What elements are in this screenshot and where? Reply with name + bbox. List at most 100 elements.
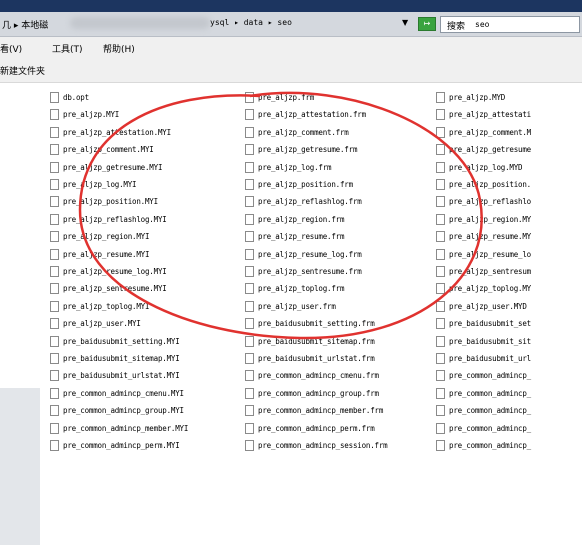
file-icon	[436, 387, 445, 399]
file-name: pre_aljzp_toplog.MY	[449, 284, 531, 294]
file-icon	[245, 387, 254, 399]
file-icon	[50, 370, 59, 382]
file-name: pre_baidusubmit_sitemap.MYI	[63, 354, 180, 363]
file-icon	[50, 300, 59, 312]
search-label: 搜索	[447, 22, 466, 32]
file-name: pre_aljzp.frm	[258, 93, 315, 102]
file-icon	[245, 231, 254, 243]
search-query[interactable]: seo	[475, 20, 489, 29]
file-name: pre_aljzp_reflashlog.MYI	[63, 214, 167, 224]
redacted-path-segment	[70, 17, 210, 29]
file-name: pre_aljzp.MYD	[449, 93, 506, 102]
menu-help[interactable]: 帮助(H)	[103, 42, 135, 55]
file-icon	[436, 126, 445, 138]
file-icon	[245, 144, 254, 156]
file-name: pre_aljzp_resume_log.frm	[258, 249, 362, 259]
file-icon	[245, 353, 254, 364]
file-name: pre_aljzp_resume_lo	[449, 249, 531, 259]
file-icon	[50, 283, 59, 295]
go-icon[interactable]: ↦	[418, 17, 436, 31]
file-name: pre_aljzp.MYI	[63, 110, 120, 120]
file-list[interactable]: db.opt pre_aljzp.MYI pre_aljzp_attestation…	[40, 83, 582, 462]
file-icon	[245, 335, 254, 347]
breadcrumb-left[interactable]: 几 ▸ 本地磁	[2, 18, 48, 31]
file-name: pre_aljzp_sentresum	[449, 267, 531, 276]
file-name: pre_aljzp_comment.MYI	[63, 145, 154, 155]
menu-tools[interactable]: 工具(T)	[52, 42, 83, 55]
file-name: pre_common_admincp_	[449, 371, 531, 381]
file-icon	[436, 213, 445, 225]
breadcrumb-path[interactable]: ysql ▸ data ▸ seo	[210, 18, 292, 27]
file-name: pre_aljzp_resume_log.MYI	[63, 267, 167, 276]
file-name: pre_aljzp_log.frm	[258, 162, 332, 172]
file-name: pre_aljzp_sentresume.MYI	[63, 284, 167, 294]
file-icon	[436, 161, 445, 173]
navigation-pane[interactable]	[0, 83, 40, 545]
file-name: pre_common_admincp_perm.MYI	[63, 441, 180, 450]
file-name: pre_common_admincp_	[449, 423, 531, 433]
file-name: pre_aljzp_getresume.MYI	[63, 162, 163, 172]
file-icon	[50, 353, 59, 364]
file-icon	[436, 440, 445, 451]
file-icon	[50, 248, 59, 260]
file-icon	[436, 231, 445, 243]
file-icon	[50, 196, 59, 208]
file-icon	[50, 387, 59, 399]
file-icon	[50, 126, 59, 138]
file-name: pre_aljzp_region.frm	[258, 214, 345, 224]
file-icon	[245, 213, 254, 225]
file-icon	[245, 422, 254, 434]
navigation-pane-lower	[0, 388, 40, 545]
file-icon	[245, 283, 254, 295]
file-icon	[245, 405, 254, 417]
file-name: pre_aljzp_reflashlo	[449, 197, 531, 207]
file-name: pre_aljzp_toplog.MYI	[63, 301, 150, 311]
file-icon	[245, 300, 254, 312]
toolbar: 新建文件夹	[0, 57, 582, 83]
file-name: pre_aljzp_sentresume.frm	[258, 267, 362, 276]
file-icon	[50, 144, 59, 156]
file-name: pre_aljzp_region.MY	[449, 214, 531, 224]
file-icon	[50, 266, 59, 277]
file-name: pre_aljzp_user.MYD	[449, 301, 527, 311]
file-name: pre_baidusubmit_set	[449, 319, 531, 329]
file-name: pre_aljzp_resume.MY	[449, 232, 531, 242]
file-name: pre_aljzp_position.frm	[258, 180, 353, 189]
file-icon	[436, 196, 445, 208]
file-icon	[50, 213, 59, 225]
file-icon	[50, 92, 59, 103]
file-icon	[245, 126, 254, 138]
file-name: pre_aljzp_attestation.MYI	[63, 127, 171, 137]
file-icon	[50, 422, 59, 434]
file-name: pre_aljzp_resume.frm	[258, 232, 345, 242]
file-name: pre_aljzp_getresume.frm	[258, 145, 358, 155]
file-icon	[50, 405, 59, 417]
search-input[interactable]: 搜索 seo	[440, 16, 580, 33]
file-icon	[245, 196, 254, 208]
file-name: pre_aljzp_region.MYI	[63, 232, 150, 242]
file-icon	[50, 231, 59, 243]
file-icon	[245, 179, 254, 190]
file-name: pre_baidusubmit_urlstat.frm	[258, 354, 375, 363]
file-icon	[245, 109, 254, 121]
file-name: pre_aljzp_comment.M	[449, 127, 531, 137]
file-name: pre_baidusubmit_setting.MYI	[63, 336, 180, 346]
file-name: pre_common_admincp_member.MYI	[63, 423, 189, 433]
file-name: pre_common_admincp_cmenu.MYI	[63, 388, 184, 398]
file-icon	[436, 92, 445, 103]
file-icon	[436, 335, 445, 347]
file-icon	[50, 440, 59, 451]
file-name: pre_baidusubmit_sitemap.frm	[258, 336, 375, 346]
new-folder-button[interactable]: 新建文件夹	[0, 64, 45, 77]
file-name: pre_aljzp_reflashlog.frm	[258, 197, 362, 207]
file-name: pre_aljzp_user.MYI	[63, 319, 141, 329]
address-bar[interactable]: 几 ▸ 本地磁 ysql ▸ data ▸ seo ▼ ↦ 搜索 seo	[0, 12, 582, 37]
chevron-down-icon[interactable]: ▼	[402, 18, 408, 27]
file-icon	[436, 283, 445, 295]
file-name: pre_aljzp_resume.MYI	[63, 249, 150, 259]
file-icon	[50, 318, 59, 330]
file-name: pre_common_admincp_session.frm	[258, 441, 388, 450]
menu-view[interactable]: 看(V)	[0, 42, 22, 55]
file-icon	[436, 370, 445, 382]
file-icon	[436, 353, 445, 364]
